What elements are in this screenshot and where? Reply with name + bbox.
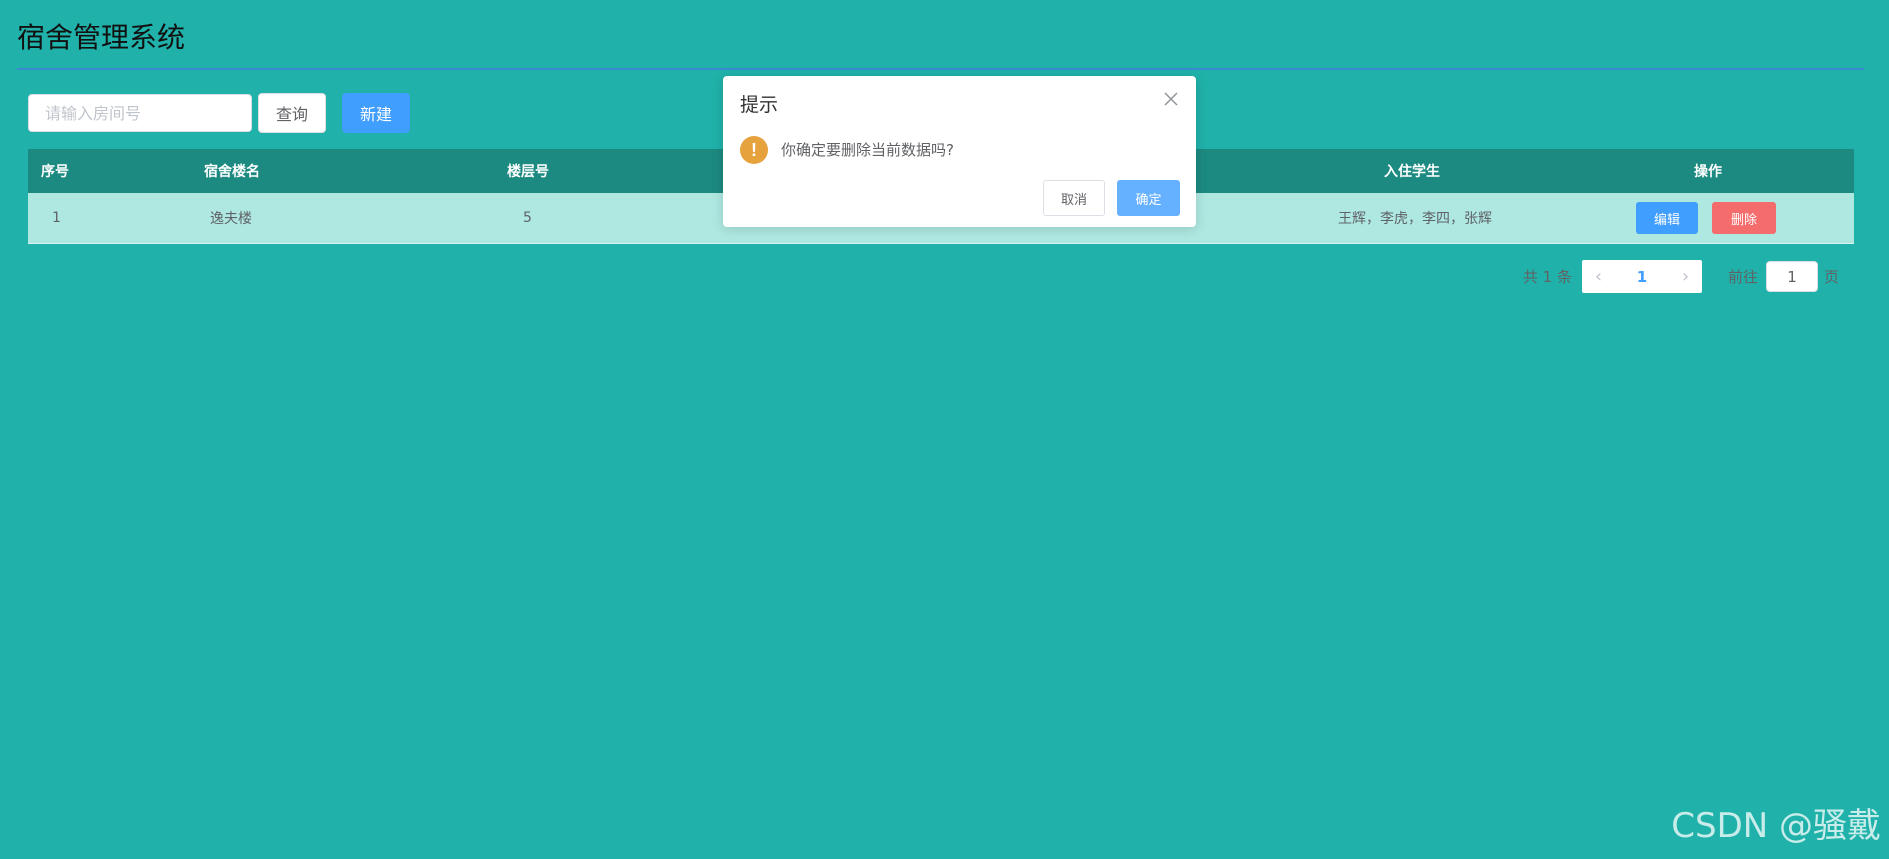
confirm-dialog: 提示 ! 你确定要删除当前数据吗? 取消 确定: [723, 76, 1196, 227]
cell-building: 逸夫楼: [210, 211, 252, 227]
header-students: 入住学生: [1384, 164, 1440, 180]
pagination: 共 1 条 ‹ 1 › 前往 页: [1523, 260, 1839, 293]
pagination-page-unit: 页: [1823, 268, 1839, 286]
pagination-page-1[interactable]: 1: [1615, 268, 1669, 286]
cell-actions: 编辑 删除: [1636, 193, 1776, 243]
header-floor: 楼层号: [507, 164, 549, 180]
dialog-title: 提示: [740, 94, 779, 116]
pagination-goto-label: 前往: [1727, 268, 1758, 286]
close-icon[interactable]: [1162, 90, 1180, 108]
warning-icon: !: [740, 136, 768, 164]
header-index: 序号: [41, 164, 69, 180]
header-actions: 操作: [1694, 164, 1722, 180]
delete-button[interactable]: 删除: [1712, 202, 1776, 234]
cell-floor: 5: [523, 210, 532, 226]
chevron-right-icon[interactable]: ›: [1669, 266, 1702, 287]
app-root: 宿舍管理系统 查询 新建 序号 宿舍楼名 楼层号 入住学生 操作 1 逸夫楼 5…: [0, 0, 1889, 859]
watermark: CSDN @骚戴: [1671, 806, 1881, 846]
pagination-jump-input[interactable]: [1765, 261, 1818, 292]
cell-index: 1: [52, 210, 61, 226]
cancel-button[interactable]: 取消: [1043, 180, 1105, 216]
cell-students: 王辉，李虎，李四，张辉: [1338, 211, 1492, 227]
confirm-button[interactable]: 确定: [1117, 180, 1180, 216]
new-button[interactable]: 新建: [342, 93, 410, 133]
query-button[interactable]: 查询: [258, 93, 326, 133]
dialog-message: 你确定要删除当前数据吗?: [781, 141, 954, 159]
chevron-left-icon[interactable]: ‹: [1582, 266, 1615, 287]
header-building: 宿舍楼名: [204, 164, 260, 180]
edit-button[interactable]: 编辑: [1636, 202, 1698, 234]
title-divider: [17, 68, 1864, 70]
pagination-total: 共 1 条: [1522, 268, 1572, 286]
pagination-pager: ‹ 1 ›: [1581, 260, 1702, 293]
page-title: 宿舍管理系统: [17, 21, 186, 54]
room-search-input[interactable]: [28, 94, 252, 132]
